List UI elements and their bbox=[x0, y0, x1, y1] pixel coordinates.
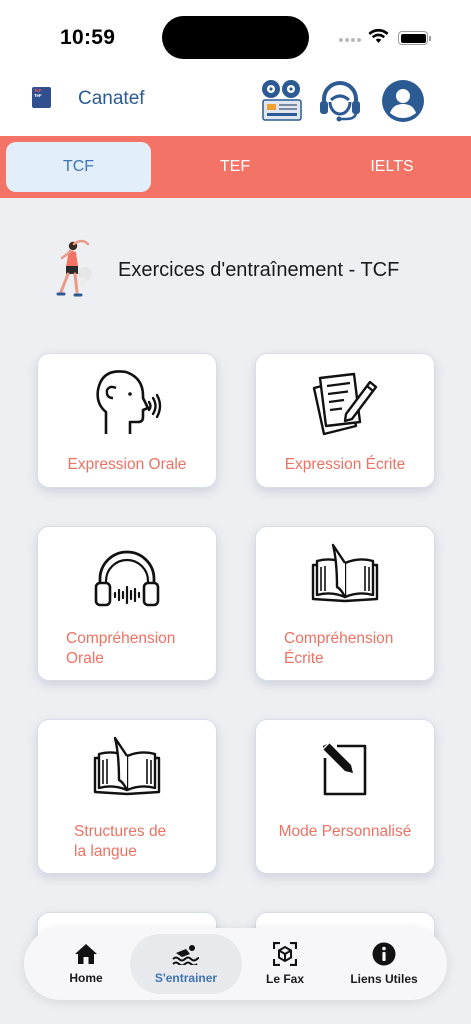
nav-label: Home bbox=[69, 971, 103, 985]
card-structures-langue[interactable]: Structures de la langue bbox=[37, 719, 217, 874]
nav-label: Liens Utiles bbox=[350, 972, 418, 986]
card-mode-personnalise[interactable]: Mode Personnalisé bbox=[255, 719, 435, 874]
cube-scan-icon bbox=[273, 942, 297, 966]
app-header: TcF TeF Canatef bbox=[0, 76, 471, 136]
card-label-line1: Compréhension bbox=[66, 630, 176, 647]
battery-icon bbox=[398, 31, 431, 45]
tab-tef[interactable]: TEF bbox=[160, 142, 310, 192]
nav-home[interactable]: Home bbox=[38, 934, 134, 994]
card-label: Expression Écrite bbox=[284, 456, 406, 473]
card-label-line1: Compréhension bbox=[284, 630, 394, 647]
card-expression-orale[interactable]: Expression Orale bbox=[37, 353, 217, 488]
nav-le-fax[interactable]: Le Fax bbox=[240, 934, 330, 994]
nav-label: Le Fax bbox=[265, 972, 304, 986]
home-icon bbox=[75, 944, 97, 964]
nav-sentrainer[interactable]: S'entrainer bbox=[130, 934, 242, 994]
open-book-icon bbox=[93, 736, 161, 796]
writing-paper-icon bbox=[312, 372, 378, 436]
card-label: Mode Personnalisé bbox=[278, 823, 412, 840]
open-book-icon bbox=[311, 543, 379, 603]
speaking-head-icon bbox=[96, 370, 162, 434]
headphones-icon bbox=[94, 550, 160, 607]
section-title: Exercices d'entraînement - TCF bbox=[118, 259, 400, 281]
card-comprehension-orale[interactable]: Compréhension Orale bbox=[37, 526, 217, 681]
exam-tabs: TCF TEF IELTS bbox=[0, 136, 471, 198]
card-label-line2: Écrite bbox=[284, 650, 324, 667]
status-time: 10:59 bbox=[60, 26, 116, 49]
card-label-line2: la langue bbox=[74, 843, 137, 860]
support-headset-icon[interactable] bbox=[316, 78, 364, 124]
nav-liens-utiles[interactable]: Liens Utiles bbox=[334, 934, 434, 994]
card-label: Structures de la langue bbox=[38, 822, 216, 862]
info-icon bbox=[372, 942, 396, 966]
edit-note-icon bbox=[322, 742, 367, 796]
app-logo: TcF TeF bbox=[32, 87, 51, 108]
swimmer-icon bbox=[172, 945, 200, 965]
section-heading: Exercices d'entraînement - TCF bbox=[48, 238, 448, 302]
user-profile-icon[interactable] bbox=[381, 79, 425, 123]
card-comprehension-ecrite[interactable]: Compréhension Écrite bbox=[255, 526, 435, 681]
bottom-navigation: Home S'entrainer Le Fax Liens Utiles bbox=[24, 928, 447, 1000]
tab-tcf[interactable]: TCF bbox=[6, 142, 151, 192]
card-label-line2: Orale bbox=[66, 650, 104, 667]
card-label: Compréhension Orale bbox=[38, 629, 216, 669]
app-name: Canatef bbox=[78, 88, 145, 109]
logo-text-bottom: TeF bbox=[34, 93, 42, 98]
stretching-person-icon bbox=[56, 239, 92, 297]
card-label: Expression Orale bbox=[67, 456, 187, 473]
tab-ielts[interactable]: IELTS bbox=[318, 142, 466, 192]
cellular-signal-icon bbox=[339, 38, 361, 42]
card-expression-ecrite[interactable]: Expression Écrite bbox=[255, 353, 435, 488]
nav-label: S'entrainer bbox=[154, 971, 218, 985]
status-bar: 10:59 bbox=[0, 0, 471, 76]
card-label: Compréhension Écrite bbox=[256, 629, 434, 669]
dynamic-island bbox=[162, 16, 309, 59]
film-projector-icon[interactable] bbox=[258, 78, 306, 124]
card-label-line1: Structures de bbox=[74, 823, 167, 840]
wifi-icon bbox=[368, 28, 389, 43]
